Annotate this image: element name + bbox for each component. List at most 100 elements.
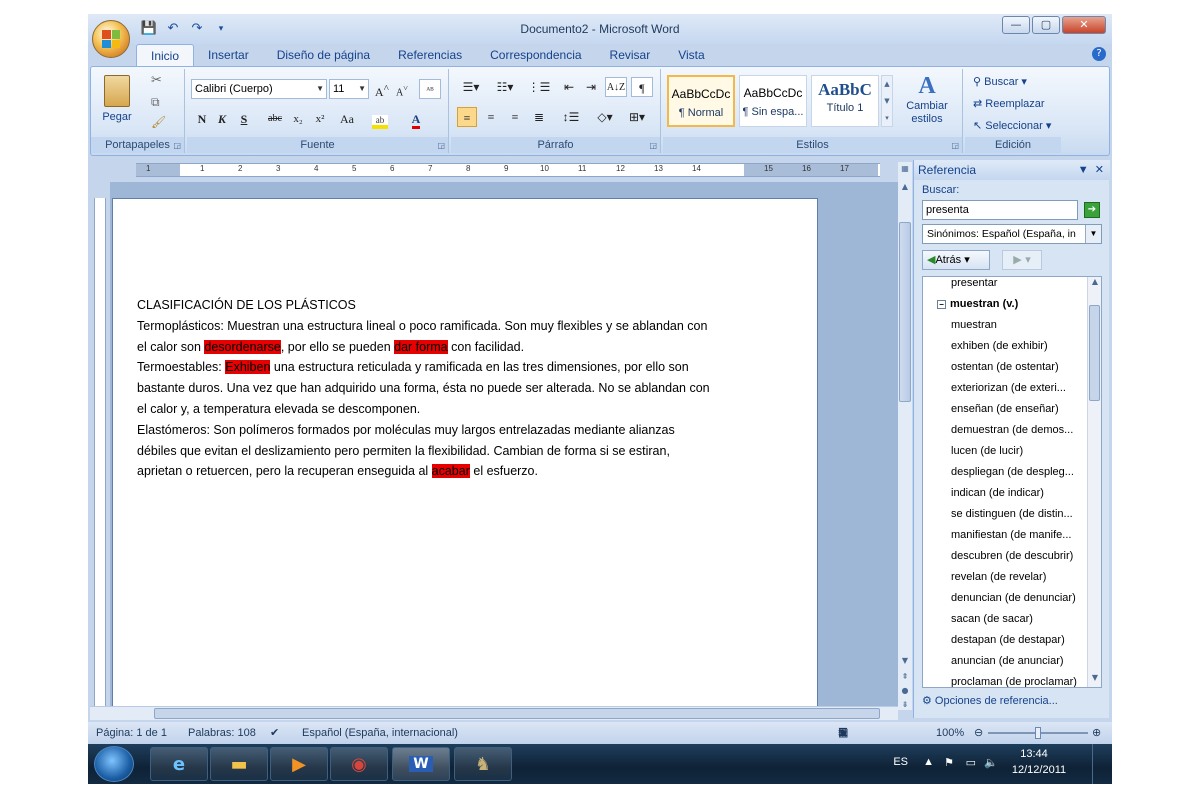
close-button[interactable]: ✕ bbox=[1062, 16, 1106, 34]
draft-icon[interactable]: ≡ bbox=[838, 722, 844, 744]
research-options-link[interactable]: ⚙ Opciones de referencia... bbox=[922, 694, 1058, 707]
result-item[interactable]: muestran bbox=[951, 319, 997, 331]
decrease-indent-icon[interactable]: ⇤ bbox=[559, 77, 579, 97]
bold-button[interactable]: N bbox=[193, 109, 211, 129]
result-item[interactable]: se distinguen (de distin... bbox=[951, 508, 1073, 520]
horizontal-ruler[interactable]: 1 2 1 2 3 4 5 6 7 8 9 10 11 12 13 14 15 … bbox=[90, 160, 898, 180]
network-icon[interactable]: ▭ bbox=[966, 756, 976, 769]
document-body[interactable]: CLASIFICACIÓN DE LOS PLÁSTICOS Termoplás… bbox=[137, 295, 717, 482]
maximize-button[interactable]: ▢ bbox=[1032, 16, 1060, 34]
help-icon[interactable]: ? bbox=[1092, 47, 1106, 61]
find-button[interactable]: ⚲ Buscar ▾ bbox=[973, 75, 1027, 88]
show-desktop-button[interactable] bbox=[1092, 744, 1104, 784]
zoom-in-icon[interactable]: ⊕ bbox=[1092, 722, 1101, 744]
highlight-color-button[interactable]: ab bbox=[369, 109, 391, 129]
scroll-down-icon[interactable]: ▼ bbox=[1088, 673, 1101, 682]
start-button[interactable] bbox=[94, 746, 134, 782]
result-item[interactable]: exhiben (de exhibir) bbox=[951, 340, 1048, 352]
align-left-icon[interactable]: ≡ bbox=[457, 107, 477, 127]
select-button[interactable]: ↖ Seleccionar ▾ bbox=[973, 119, 1051, 132]
results-list[interactable]: presentar − muestran (v.) muestran exhiben (… bbox=[922, 276, 1102, 688]
browse-object-icon[interactable]: ● bbox=[898, 686, 912, 695]
tab-insertar[interactable]: Insertar bbox=[194, 44, 263, 66]
result-item[interactable]: denuncian (de denunciar) bbox=[951, 592, 1076, 604]
clear-format-button[interactable]: ᴬᴮ bbox=[419, 79, 441, 99]
reference-source-select[interactable]: Sinónimos: Español (España, in ▼ bbox=[922, 224, 1102, 244]
language-indicator[interactable]: ES bbox=[893, 756, 908, 768]
scroll-thumb[interactable] bbox=[899, 222, 911, 402]
format-painter-icon[interactable]: 🖌 bbox=[151, 115, 166, 129]
proofing-icon[interactable]: ✔ bbox=[270, 722, 279, 744]
zoom-out-icon[interactable]: ⊖ bbox=[974, 722, 983, 744]
pane-menu-icon[interactable]: ▼ bbox=[1078, 164, 1089, 176]
taskbar-media-player[interactable]: ▶ bbox=[270, 747, 328, 781]
tab-vista[interactable]: Vista bbox=[664, 44, 718, 66]
copy-icon[interactable]: ⧉ bbox=[151, 95, 160, 110]
italic-button[interactable]: K bbox=[213, 109, 231, 129]
replace-button[interactable]: ⇄ Reemplazar bbox=[973, 97, 1045, 110]
result-item[interactable]: manifiestan (de manife... bbox=[951, 529, 1071, 541]
style-normal[interactable]: AaBbCcDc ¶ Normal bbox=[667, 75, 735, 127]
show-hidden-icon[interactable]: ▲ bbox=[923, 756, 934, 768]
taskbar-ie[interactable]: e bbox=[150, 747, 208, 781]
tab-diseno-pagina[interactable]: Diseño de página bbox=[263, 44, 384, 66]
styles-launcher-icon[interactable]: ◲ bbox=[951, 141, 959, 150]
cut-icon[interactable]: ✂ bbox=[151, 73, 162, 88]
subscript-button[interactable]: x₂ bbox=[289, 109, 307, 129]
taskbar-explorer[interactable]: ▬ bbox=[210, 747, 268, 781]
taskbar-gimp[interactable]: ♞ bbox=[454, 747, 512, 781]
result-item[interactable]: presentar bbox=[951, 277, 997, 289]
borders-icon[interactable]: ⊞▾ bbox=[623, 107, 651, 127]
font-launcher-icon[interactable]: ◲ bbox=[437, 141, 445, 150]
collapse-icon[interactable]: − bbox=[937, 299, 946, 309]
sort-icon[interactable]: A↓Z bbox=[605, 77, 627, 97]
result-item[interactable]: revelan (de revelar) bbox=[951, 571, 1046, 583]
underline-button[interactable]: S bbox=[235, 109, 253, 129]
pane-close-icon[interactable]: ✕ bbox=[1095, 164, 1104, 176]
result-item[interactable]: proclaman (de proclamar) bbox=[951, 676, 1077, 687]
font-size-select[interactable]: 11 ▼ bbox=[329, 79, 369, 99]
style-sin-espaciado[interactable]: AaBbCcDc ¶ Sin espa... bbox=[739, 75, 807, 127]
horizontal-scrollbar[interactable] bbox=[90, 706, 898, 720]
results-scroll-thumb[interactable] bbox=[1089, 305, 1100, 401]
word-count[interactable]: Palabras: 108 bbox=[188, 722, 256, 744]
document-page[interactable]: CLASIFICACIÓN DE LOS PLÁSTICOS Termoplás… bbox=[112, 198, 818, 710]
line-spacing-icon[interactable]: ↕☰ bbox=[557, 107, 585, 127]
scroll-up-icon[interactable]: ▲ bbox=[898, 182, 912, 191]
justify-icon[interactable]: ≣ bbox=[529, 107, 549, 127]
clock-time[interactable]: 13:44 bbox=[1004, 748, 1064, 760]
result-item[interactable]: exteriorizan (de exteri... bbox=[951, 382, 1066, 394]
vertical-ruler[interactable] bbox=[94, 198, 106, 708]
scroll-down-icon[interactable]: ▼ bbox=[898, 656, 912, 665]
clock-date[interactable]: 12/12/2011 bbox=[1004, 764, 1074, 776]
vertical-scrollbar[interactable]: ▦ ▲ ▼ ⇞ ● ⇟ bbox=[898, 162, 912, 710]
hscroll-thumb[interactable] bbox=[154, 708, 880, 719]
paragraph-launcher-icon[interactable]: ◲ bbox=[649, 141, 657, 150]
page-count[interactable]: Página: 1 de 1 bbox=[96, 722, 167, 744]
office-button[interactable] bbox=[92, 20, 130, 58]
action-center-icon[interactable]: ⚑ bbox=[944, 756, 954, 769]
increase-indent-icon[interactable]: ⇥ bbox=[581, 77, 601, 97]
scroll-up-icon[interactable]: ▲ bbox=[1088, 277, 1101, 286]
tab-inicio[interactable]: Inicio bbox=[136, 44, 195, 66]
result-item[interactable]: despliegan (de despleg... bbox=[951, 466, 1074, 478]
tab-revisar[interactable]: Revisar bbox=[596, 44, 665, 66]
minimize-button[interactable]: — bbox=[1002, 16, 1030, 34]
previous-page-icon[interactable]: ⇞ bbox=[898, 672, 912, 681]
result-item[interactable]: demuestran (de demos... bbox=[951, 424, 1073, 436]
align-right-icon[interactable]: ≡ bbox=[505, 107, 525, 127]
multilevel-list-icon[interactable]: ⋮☰ bbox=[525, 77, 553, 97]
volume-icon[interactable]: 🔈 bbox=[984, 756, 998, 769]
strikethrough-button[interactable]: abc bbox=[263, 109, 287, 129]
font-name-select[interactable]: Calibri (Cuerpo) ▼ bbox=[191, 79, 327, 99]
language-status[interactable]: Español (España, internacional) bbox=[302, 722, 458, 744]
back-button[interactable]: ◀Atrás ▾ bbox=[922, 250, 990, 270]
forward-button[interactable]: ▶ ▾ bbox=[1002, 250, 1042, 270]
next-page-icon[interactable]: ⇟ bbox=[898, 700, 912, 709]
tab-referencias[interactable]: Referencias bbox=[384, 44, 476, 66]
view-ruler-icon[interactable]: ▦ bbox=[898, 164, 912, 173]
start-search-icon[interactable]: ➔ bbox=[1084, 202, 1100, 218]
zoom-slider[interactable] bbox=[988, 727, 1088, 739]
tab-correspondencia[interactable]: Correspondencia bbox=[476, 44, 595, 66]
show-marks-icon[interactable]: ¶ bbox=[631, 77, 653, 97]
